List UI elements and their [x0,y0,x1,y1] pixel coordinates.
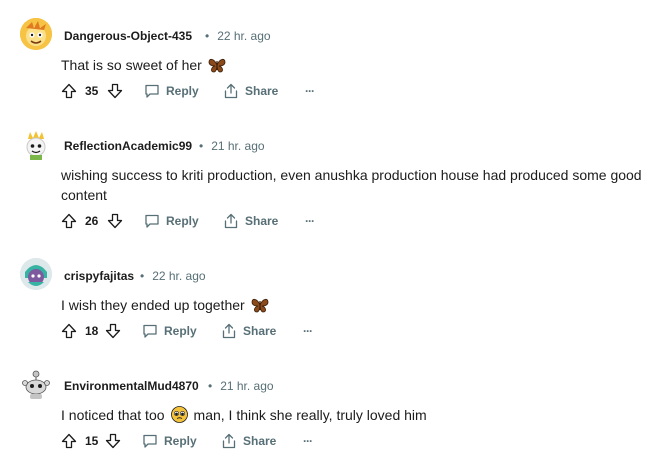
vote-count: 26 [85,214,99,228]
share-icon [224,213,238,229]
share-button[interactable]: Share [221,431,276,451]
upvote-button[interactable] [61,431,77,451]
comment-bubble-icon [143,434,157,448]
snoo-avatar-icon [20,129,52,161]
share-button[interactable]: Share [221,321,276,341]
avatar[interactable] [20,258,52,290]
upvote-button[interactable] [61,321,77,341]
comment-author[interactable]: ReflectionAcademic99 [64,139,192,153]
comment-bubble-icon [145,84,159,98]
comment-author[interactable]: EnvironmentalMud4870 [64,379,199,393]
downvote-button[interactable] [107,211,123,231]
vote-count: 18 [85,324,99,338]
more-options-button[interactable]: ··· [303,321,313,341]
snoo-avatar-icon [20,368,52,400]
butterfly-emoji-icon [208,57,226,78]
comment-meta: • 22 hr. ago [199,29,271,43]
more-options-icon: ··· [305,84,315,98]
downvote-arrow-icon [105,323,121,339]
separator-dot: • [208,379,213,393]
reply-button[interactable]: Reply [142,431,197,451]
downvote-button[interactable] [105,321,121,341]
comment-meta: • 21 hr. ago [193,139,265,153]
comment-text: That is so sweet of her [61,57,202,73]
share-label: Share [245,84,279,98]
downvote-arrow-icon [105,433,121,449]
more-options-button[interactable]: ··· [305,81,315,101]
more-options-icon: ··· [303,434,313,448]
comment-meta: • 21 hr. ago [202,379,274,393]
butterfly-emoji-icon [251,297,269,318]
reply-button[interactable]: Reply [142,321,197,341]
comment-bubble-icon [143,324,157,338]
upvote-arrow-icon [61,323,77,339]
snoo-avatar-icon [20,18,52,50]
comment-author[interactable]: Dangerous-Object-435 [64,29,192,43]
share-label: Share [245,214,279,228]
separator-dot: • [199,139,204,153]
reply-label: Reply [164,434,197,448]
more-options-icon: ··· [303,324,313,338]
downvote-arrow-icon [107,213,123,229]
more-options-icon: ··· [305,214,315,228]
comment-body: wishing success to kriti production, eve… [61,167,642,203]
comment-body: I noticed that too man, I think she real… [61,405,651,428]
upvote-button[interactable] [61,211,77,231]
more-options-button[interactable]: ··· [303,431,313,451]
comment-time[interactable]: 21 hr. ago [211,139,264,153]
upvote-arrow-icon [61,213,77,229]
upvote-arrow-icon [61,433,77,449]
reply-button[interactable]: Reply [144,81,199,101]
vote-count: 15 [85,434,99,448]
reply-button[interactable]: Reply [144,211,199,231]
comment-bubble-icon [145,214,159,228]
share-label: Share [243,434,277,448]
avatar[interactable] [20,368,52,400]
comment-meta: • 22 hr. ago [134,269,206,283]
share-label: Share [243,324,277,338]
share-button[interactable]: Share [223,81,278,101]
vote-count: 35 [85,84,99,98]
more-options-button[interactable]: ··· [305,211,315,231]
downvote-arrow-icon [107,83,123,99]
share-icon [222,433,236,449]
reply-label: Reply [166,84,199,98]
comment-time[interactable]: 22 hr. ago [152,269,205,283]
upvote-arrow-icon [61,83,77,99]
share-icon [224,83,238,99]
snoo-avatar-icon [20,258,52,290]
share-icon [222,323,236,339]
reply-label: Reply [166,214,199,228]
upvote-button[interactable] [61,81,77,101]
avatar[interactable] [20,18,52,50]
comment-text: I wish they ended up together [61,297,245,313]
separator-dot: • [205,29,210,43]
comment-text-before: I noticed that too [61,407,165,423]
comment-time[interactable]: 22 hr. ago [217,29,270,43]
comment-time[interactable]: 21 hr. ago [220,379,273,393]
comment-author[interactable]: crispyfajitas [64,269,134,283]
comment-body: That is so sweet of her [61,55,651,78]
share-button[interactable]: Share [223,211,278,231]
separator-dot: • [140,269,145,283]
reply-label: Reply [164,324,197,338]
downvote-button[interactable] [107,81,123,101]
comment-body: I wish they ended up together [61,295,651,318]
downvote-button[interactable] [105,431,121,451]
comment-text-after: man, I think she really, truly loved him [193,407,427,423]
pleading-face-emoji-icon [170,406,188,428]
avatar[interactable] [20,129,52,161]
